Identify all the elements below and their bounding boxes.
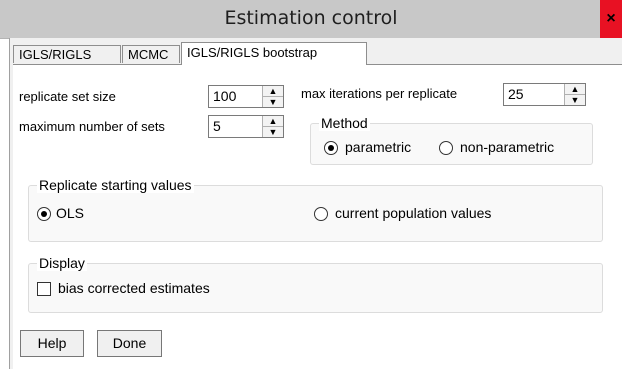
tab-mcmc[interactable]: MCMC: [122, 45, 180, 63]
spin-up-icon[interactable]: ▲: [263, 86, 283, 97]
replicate-set-size-spinner[interactable]: 100 ▲ ▼: [208, 85, 284, 108]
method-group-title: Method: [319, 115, 370, 131]
max-sets-spinner[interactable]: 5 ▲ ▼: [208, 115, 284, 138]
current-population-values-label: current population values: [335, 205, 492, 221]
max-sets-label: maximum number of sets: [19, 119, 165, 134]
parametric-radio[interactable]: [324, 141, 338, 155]
display-group-title: Display: [37, 255, 87, 271]
spin-down-icon[interactable]: ▼: [263, 97, 283, 107]
ols-label: OLS: [56, 205, 85, 221]
replicate-set-size-label: replicate set size: [19, 89, 116, 104]
bias-corrected-checkbox[interactable]: [37, 282, 51, 296]
tab-igls-rigls-bootstrap[interactable]: IGLS/RIGLS bootstrap: [181, 42, 367, 65]
spin-up-icon[interactable]: ▲: [263, 116, 283, 127]
max-sets-spin-buttons: ▲ ▼: [262, 116, 283, 137]
replicate-starting-values-group: Replicate starting values OLS current po…: [28, 177, 603, 242]
spin-up-icon[interactable]: ▲: [565, 84, 585, 95]
title-bar: Estimation control ×: [0, 0, 622, 39]
ols-radio[interactable]: [37, 207, 51, 221]
bootstrap-panel: replicate set size 100 ▲ ▼ maximum numbe…: [13, 64, 622, 369]
spin-down-icon[interactable]: ▼: [565, 95, 585, 105]
close-icon[interactable]: ×: [600, 0, 622, 38]
max-iterations-label: max iterations per replicate: [301, 86, 458, 101]
max-iterations-spin-buttons: ▲ ▼: [564, 84, 585, 105]
non-parametric-label: non-parametric: [460, 139, 555, 155]
max-iterations-spinner[interactable]: 25 ▲ ▼: [503, 83, 586, 106]
parametric-label: parametric: [345, 139, 412, 155]
max-sets-value[interactable]: 5: [213, 118, 221, 134]
replicate-set-size-spin-buttons: ▲ ▼: [262, 86, 283, 107]
max-iterations-value[interactable]: 25: [508, 86, 524, 102]
dialog-body: IGLS/RIGLS MCMC IGLS/RIGLS bootstrap rep…: [9, 38, 622, 369]
replicate-set-size-value[interactable]: 100: [213, 88, 236, 104]
help-button[interactable]: Help: [20, 330, 84, 357]
spin-down-icon[interactable]: ▼: [263, 127, 283, 137]
estimation-control-window: Estimation control × IGLS/RIGLS MCMC IGL…: [0, 0, 622, 369]
starting-values-group-title: Replicate starting values: [37, 177, 194, 193]
tab-igls-rigls[interactable]: IGLS/RIGLS: [13, 45, 121, 63]
method-group: Method parametric non-parametric: [310, 115, 593, 165]
window-title: Estimation control: [224, 7, 398, 29]
current-population-values-radio[interactable]: [314, 207, 328, 221]
done-button[interactable]: Done: [97, 330, 162, 357]
display-group: Display bias corrected estimates: [28, 255, 603, 313]
non-parametric-radio[interactable]: [439, 141, 453, 155]
bias-corrected-label: bias corrected estimates: [58, 280, 210, 296]
